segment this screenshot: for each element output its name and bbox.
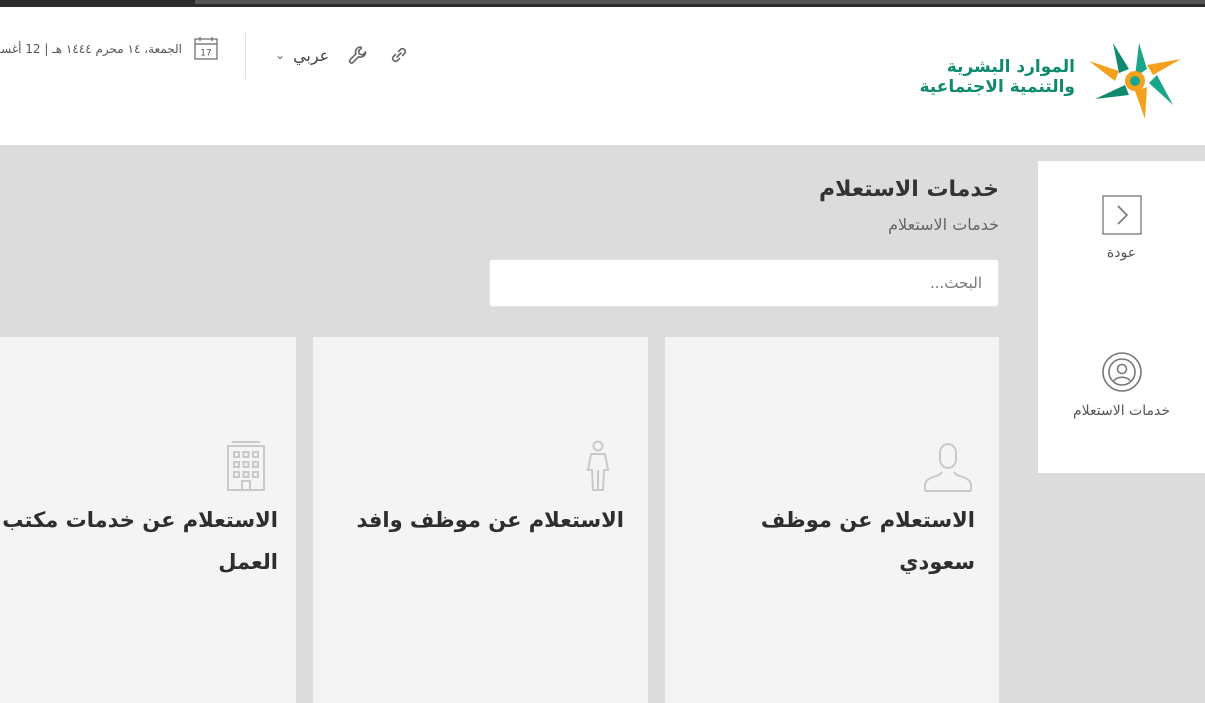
- standing-person-icon: [586, 440, 610, 491]
- calendar-icon: 17: [194, 37, 218, 60]
- language-label: عربي: [293, 45, 330, 65]
- calendar-day: 17: [200, 49, 211, 59]
- logo-star-icon: [1089, 43, 1181, 119]
- page-subtitle: خدمات الاستعلام: [888, 215, 999, 234]
- building-icon: [227, 441, 265, 491]
- site-header: الموارد البشرية والتنمية الاجتماعية عربي…: [0, 7, 1205, 145]
- page-title: خدمات الاستعلام: [819, 177, 999, 202]
- logo-line-2: والتنمية الاجتماعية: [919, 77, 1075, 97]
- ministry-logo[interactable]: الموارد البشرية والتنمية الاجتماعية: [913, 41, 1183, 121]
- window-top-bar: [0, 0, 1205, 7]
- language-selector[interactable]: عربي ⌄: [275, 41, 329, 69]
- link-icon[interactable]: [387, 43, 411, 67]
- chevron-right-icon: [1101, 195, 1142, 235]
- side-navigation: عودة خدمات الاستعلام: [1038, 161, 1205, 473]
- sidebar-item-label: خدمات الاستعلام: [1072, 403, 1170, 419]
- card-title: الاستعلام عن خدمات مكتب العمل: [2, 508, 278, 574]
- date-text: الجمعة، ١٤ محرم ١٤٤٤ هـ | 12 أغسطس: [0, 42, 182, 56]
- card-title: الاستعلام عن موظف سعودي: [760, 508, 975, 574]
- card-saudi-employee[interactable]: الاستعلام عن موظف سعودي: [665, 337, 999, 703]
- card-title: الاستعلام عن موظف وافد: [356, 508, 624, 532]
- broadcast-person-icon: [1101, 352, 1142, 392]
- card-expat-employee[interactable]: الاستعلام عن موظف وافد: [313, 337, 648, 703]
- person-icon: [924, 443, 972, 492]
- sidebar-item-label: عودة: [1106, 245, 1137, 261]
- logo-line-1: الموارد البشرية: [946, 57, 1075, 77]
- date-display: الجمعة، ١٤ محرم ١٤٤٤ هـ | 12 أغسطس: [0, 35, 182, 63]
- header-divider: [245, 33, 246, 79]
- wrench-icon[interactable]: [346, 43, 370, 67]
- logo-text: الموارد البشرية والتنمية الاجتماعية: [905, 57, 1075, 97]
- top-bar-notch: [195, 0, 1205, 4]
- card-labor-office[interactable]: الاستعلام عن خدمات مكتب العمل: [0, 337, 296, 703]
- chevron-down-icon: ⌄: [275, 48, 286, 62]
- search-input[interactable]: [489, 259, 999, 307]
- sidebar-item-inquiry-services[interactable]: خدمات الاستعلام: [1038, 351, 1205, 419]
- sidebar-item-back[interactable]: عودة: [1038, 195, 1205, 261]
